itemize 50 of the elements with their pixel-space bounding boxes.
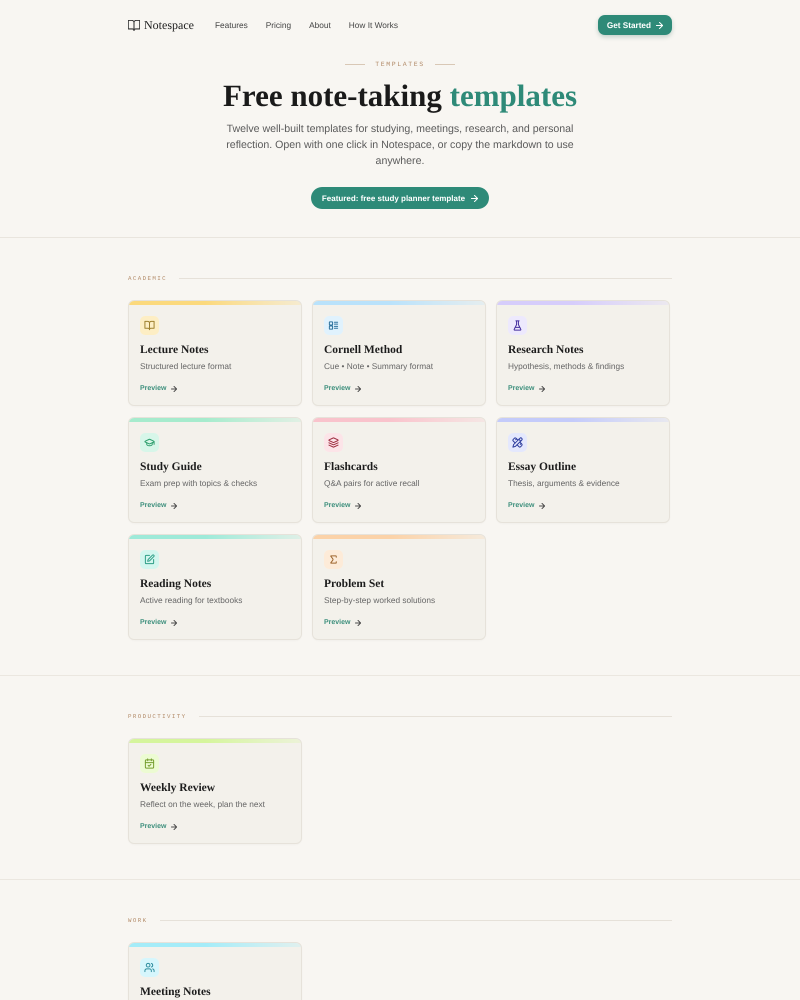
card-description: Exam prep with topics & checks — [140, 478, 258, 488]
arrow-right-icon — [355, 386, 362, 392]
arrow-right-icon — [171, 620, 178, 626]
arrow-right-icon — [355, 620, 362, 626]
book-icon — [128, 20, 140, 30]
arrow-right-icon — [355, 502, 362, 508]
calendar-check-icon — [140, 754, 159, 773]
card-description: Active reading for textbooks — [140, 595, 244, 605]
nav-link[interactable]: Pricing — [266, 20, 292, 30]
page-title: Free note-taking templates — [222, 78, 578, 114]
book-icon — [140, 316, 159, 335]
brand-name[interactable]: Notespace — [144, 18, 194, 32]
card-description: Reflect on the week, plan the next — [140, 799, 266, 809]
get-started-button[interactable]: Get Started — [598, 15, 672, 35]
sigma-icon — [324, 550, 343, 569]
card-title: Problem Set — [324, 577, 386, 591]
arrow-right-icon — [656, 22, 663, 28]
card-title: Reading Notes — [140, 577, 212, 591]
card-title: Weekly Review — [140, 781, 216, 795]
card-title: Research Notes — [508, 343, 584, 357]
card-description: Thesis, arguments & evidence — [508, 478, 621, 488]
card-title: Essay Outline — [508, 460, 578, 474]
card-title: Meeting Notes — [140, 985, 212, 999]
hero-subtitle: Twelve well-built templates for studying, meetings, research, and personal reflection. Open with one click in Notespace, or copy the markdown to use anywhere. — [225, 122, 575, 169]
arrow-right-icon — [539, 386, 546, 392]
card-description: Step-by-step worked solutions — [324, 595, 436, 605]
featured-template-button[interactable]: Featured: free study planner template — [310, 187, 490, 209]
card-title: Study Guide — [140, 460, 203, 474]
nav-link[interactable]: Features — [214, 20, 248, 30]
card-description: Hypothesis, methods & findings — [508, 361, 626, 371]
card-title: Cornell Method — [324, 343, 404, 357]
pencil-ruler-icon — [508, 433, 527, 452]
template-card[interactable]: Meeting Notes — [128, 942, 302, 1000]
arrow-right-icon — [171, 502, 178, 508]
layers-icon — [324, 433, 343, 452]
graduation-cap-icon — [140, 433, 159, 452]
arrow-right-icon — [171, 824, 178, 830]
arrow-right-icon — [471, 194, 478, 202]
flask-icon — [508, 316, 527, 335]
card-title: Flashcards — [324, 460, 379, 474]
users-icon — [140, 958, 159, 977]
card-description: Structured lecture format — [140, 361, 232, 371]
nav-link[interactable]: About — [309, 20, 331, 30]
nav-link[interactable]: How It Works — [348, 20, 398, 30]
card-title: Lecture Notes — [140, 343, 210, 357]
arrow-right-icon — [539, 502, 546, 508]
card-description: Q&A pairs for active recall — [324, 478, 420, 488]
checklist-icon — [324, 316, 343, 335]
arrow-right-icon — [171, 386, 178, 392]
card-description: Cue • Note • Summary format — [324, 361, 434, 371]
